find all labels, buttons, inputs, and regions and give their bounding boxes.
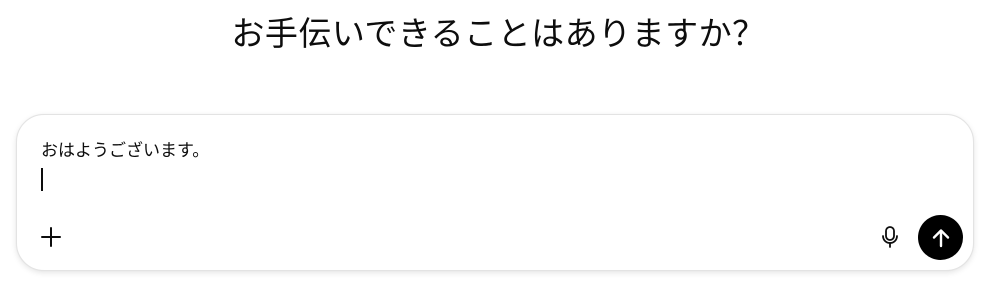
text-caret bbox=[41, 168, 43, 191]
add-attachment-button[interactable] bbox=[35, 221, 67, 253]
microphone-icon bbox=[880, 225, 900, 249]
voice-input-button[interactable] bbox=[874, 221, 906, 253]
arrow-up-icon bbox=[930, 227, 952, 249]
prompt-composer[interactable]: おはようございます。 bbox=[16, 114, 974, 271]
prompt-input[interactable]: おはようございます。 bbox=[41, 139, 861, 163]
page-heading: お手伝いできることはありますか？ bbox=[231, 14, 766, 53]
page: お手伝いできることはありますか？ おはようございます。 bbox=[0, 0, 997, 287]
plus-icon bbox=[40, 226, 62, 248]
send-button[interactable] bbox=[918, 215, 963, 260]
